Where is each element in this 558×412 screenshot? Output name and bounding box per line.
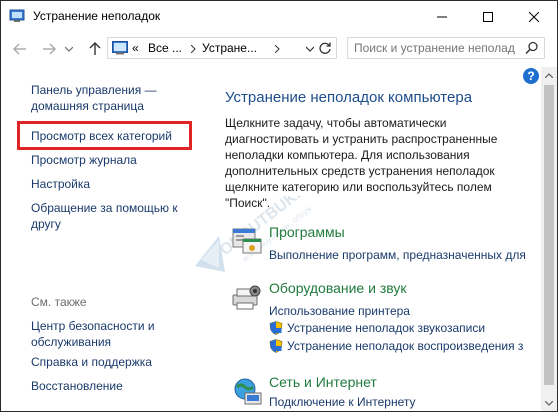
chevron-right-icon [190, 45, 196, 53]
uac-shield-icon [269, 321, 283, 335]
address-bar[interactable]: « Все ... Устране... [107, 37, 337, 59]
main-content: Устранение неполадок компьютера Щелкните… [209, 67, 541, 411]
window-title: Устранение неполадок [33, 9, 161, 23]
up-button[interactable] [85, 39, 105, 59]
troubleshooting-window: Устранение неполадок « Все ... Устране..… [0, 0, 558, 412]
link-label: Устранение неполадок воспроизведения з [287, 339, 524, 353]
breadcrumb-overflow[interactable]: « [132, 41, 139, 55]
search-input[interactable] [354, 40, 516, 56]
network-icon [234, 378, 262, 405]
link-troubleshoot-recording[interactable]: Устранение неполадок звукозаписи [269, 321, 547, 335]
uac-shield-icon [269, 339, 283, 353]
link-troubleshoot-playback[interactable]: Устранение неполадок воспроизведения з [269, 339, 547, 353]
link-connect-internet[interactable]: Подключение к Интернету [269, 395, 547, 409]
chevron-right-icon [274, 45, 280, 53]
troubleshooting-app-icon [9, 9, 25, 22]
intro-line: щелкните категорию или воспользуйтесь по… [225, 180, 492, 194]
intro-line: неполадки компьютера. Для использования [225, 148, 470, 162]
hardware-sound-icon [232, 285, 261, 310]
nav-help-and-support[interactable]: Справка и поддержка [31, 353, 152, 371]
recent-locations-button[interactable] [63, 39, 75, 59]
nav-recovery[interactable]: Восстановление [31, 377, 123, 395]
programs-icon [232, 228, 262, 254]
refresh-icon[interactable] [318, 41, 332, 55]
nav-view-history[interactable]: Просмотр журнала [31, 151, 137, 169]
control-panel-icon [112, 41, 128, 55]
category-title-programs[interactable]: Программы [269, 224, 345, 240]
forward-button[interactable] [39, 39, 59, 59]
nav-settings[interactable]: Настройка [31, 175, 90, 193]
navigation-bar: « Все ... Устране... [1, 32, 557, 66]
arrow-left-icon [13, 43, 26, 55]
arrow-right-icon [43, 43, 56, 55]
breadcrumb-troubleshooting[interactable]: Устране... [202, 41, 257, 55]
category-title-hardware-sound[interactable]: Оборудование и звук [269, 280, 407, 296]
chevron-down-icon [545, 400, 553, 406]
close-icon [529, 11, 539, 22]
left-navigation-pane: Панель управления — домашняя страница Пр… [1, 67, 209, 411]
scroll-down-button[interactable] [541, 395, 557, 411]
maximize-button[interactable] [465, 1, 511, 32]
link-label: Устранение неполадок звукозаписи [287, 321, 486, 335]
nav-security-center-line2[interactable]: обслуживания [31, 333, 111, 351]
vertical-scrollbar[interactable] [541, 67, 557, 411]
nav-ask-friend-line2[interactable]: другу [31, 215, 61, 233]
scroll-thumb[interactable] [544, 85, 554, 385]
chevron-down-icon [65, 46, 73, 52]
see-also-heading: См. также [31, 295, 87, 309]
maximize-icon [483, 11, 493, 22]
intro-line: диагностировать и устранить распростране… [225, 132, 498, 146]
link-run-older-programs[interactable]: Выполнение программ, предназначенных для [269, 248, 547, 262]
category-title-network-internet[interactable]: Сеть и Интернет [269, 374, 377, 390]
minimize-icon [437, 16, 447, 17]
search-icon[interactable] [525, 41, 539, 55]
title-bar: Устранение неполадок [1, 1, 557, 32]
close-button[interactable] [511, 1, 557, 32]
breadcrumb-all-items[interactable]: Все ... [148, 41, 182, 55]
minimize-button[interactable] [419, 1, 465, 32]
intro-line: дополнительных средств устранения непола… [225, 164, 495, 178]
chevron-up-icon [545, 72, 553, 78]
annotation-highlight-box [17, 121, 192, 150]
nav-control-panel-home-line2[interactable]: домашняя страница [31, 97, 144, 115]
scroll-up-button[interactable] [541, 67, 557, 83]
intro-line: "Поиск". [225, 196, 271, 210]
arrow-up-icon [89, 42, 101, 55]
intro-text: Щелкните задачу, чтобы автоматически диа… [225, 115, 521, 211]
address-dropdown-icon[interactable] [306, 46, 314, 52]
page-heading: Устранение неполадок компьютера [225, 89, 473, 106]
intro-line: Щелкните задачу, чтобы автоматически [225, 116, 447, 130]
link-use-printer[interactable]: Использование принтера [269, 304, 547, 318]
search-box[interactable] [347, 37, 545, 59]
back-button[interactable] [10, 39, 30, 59]
